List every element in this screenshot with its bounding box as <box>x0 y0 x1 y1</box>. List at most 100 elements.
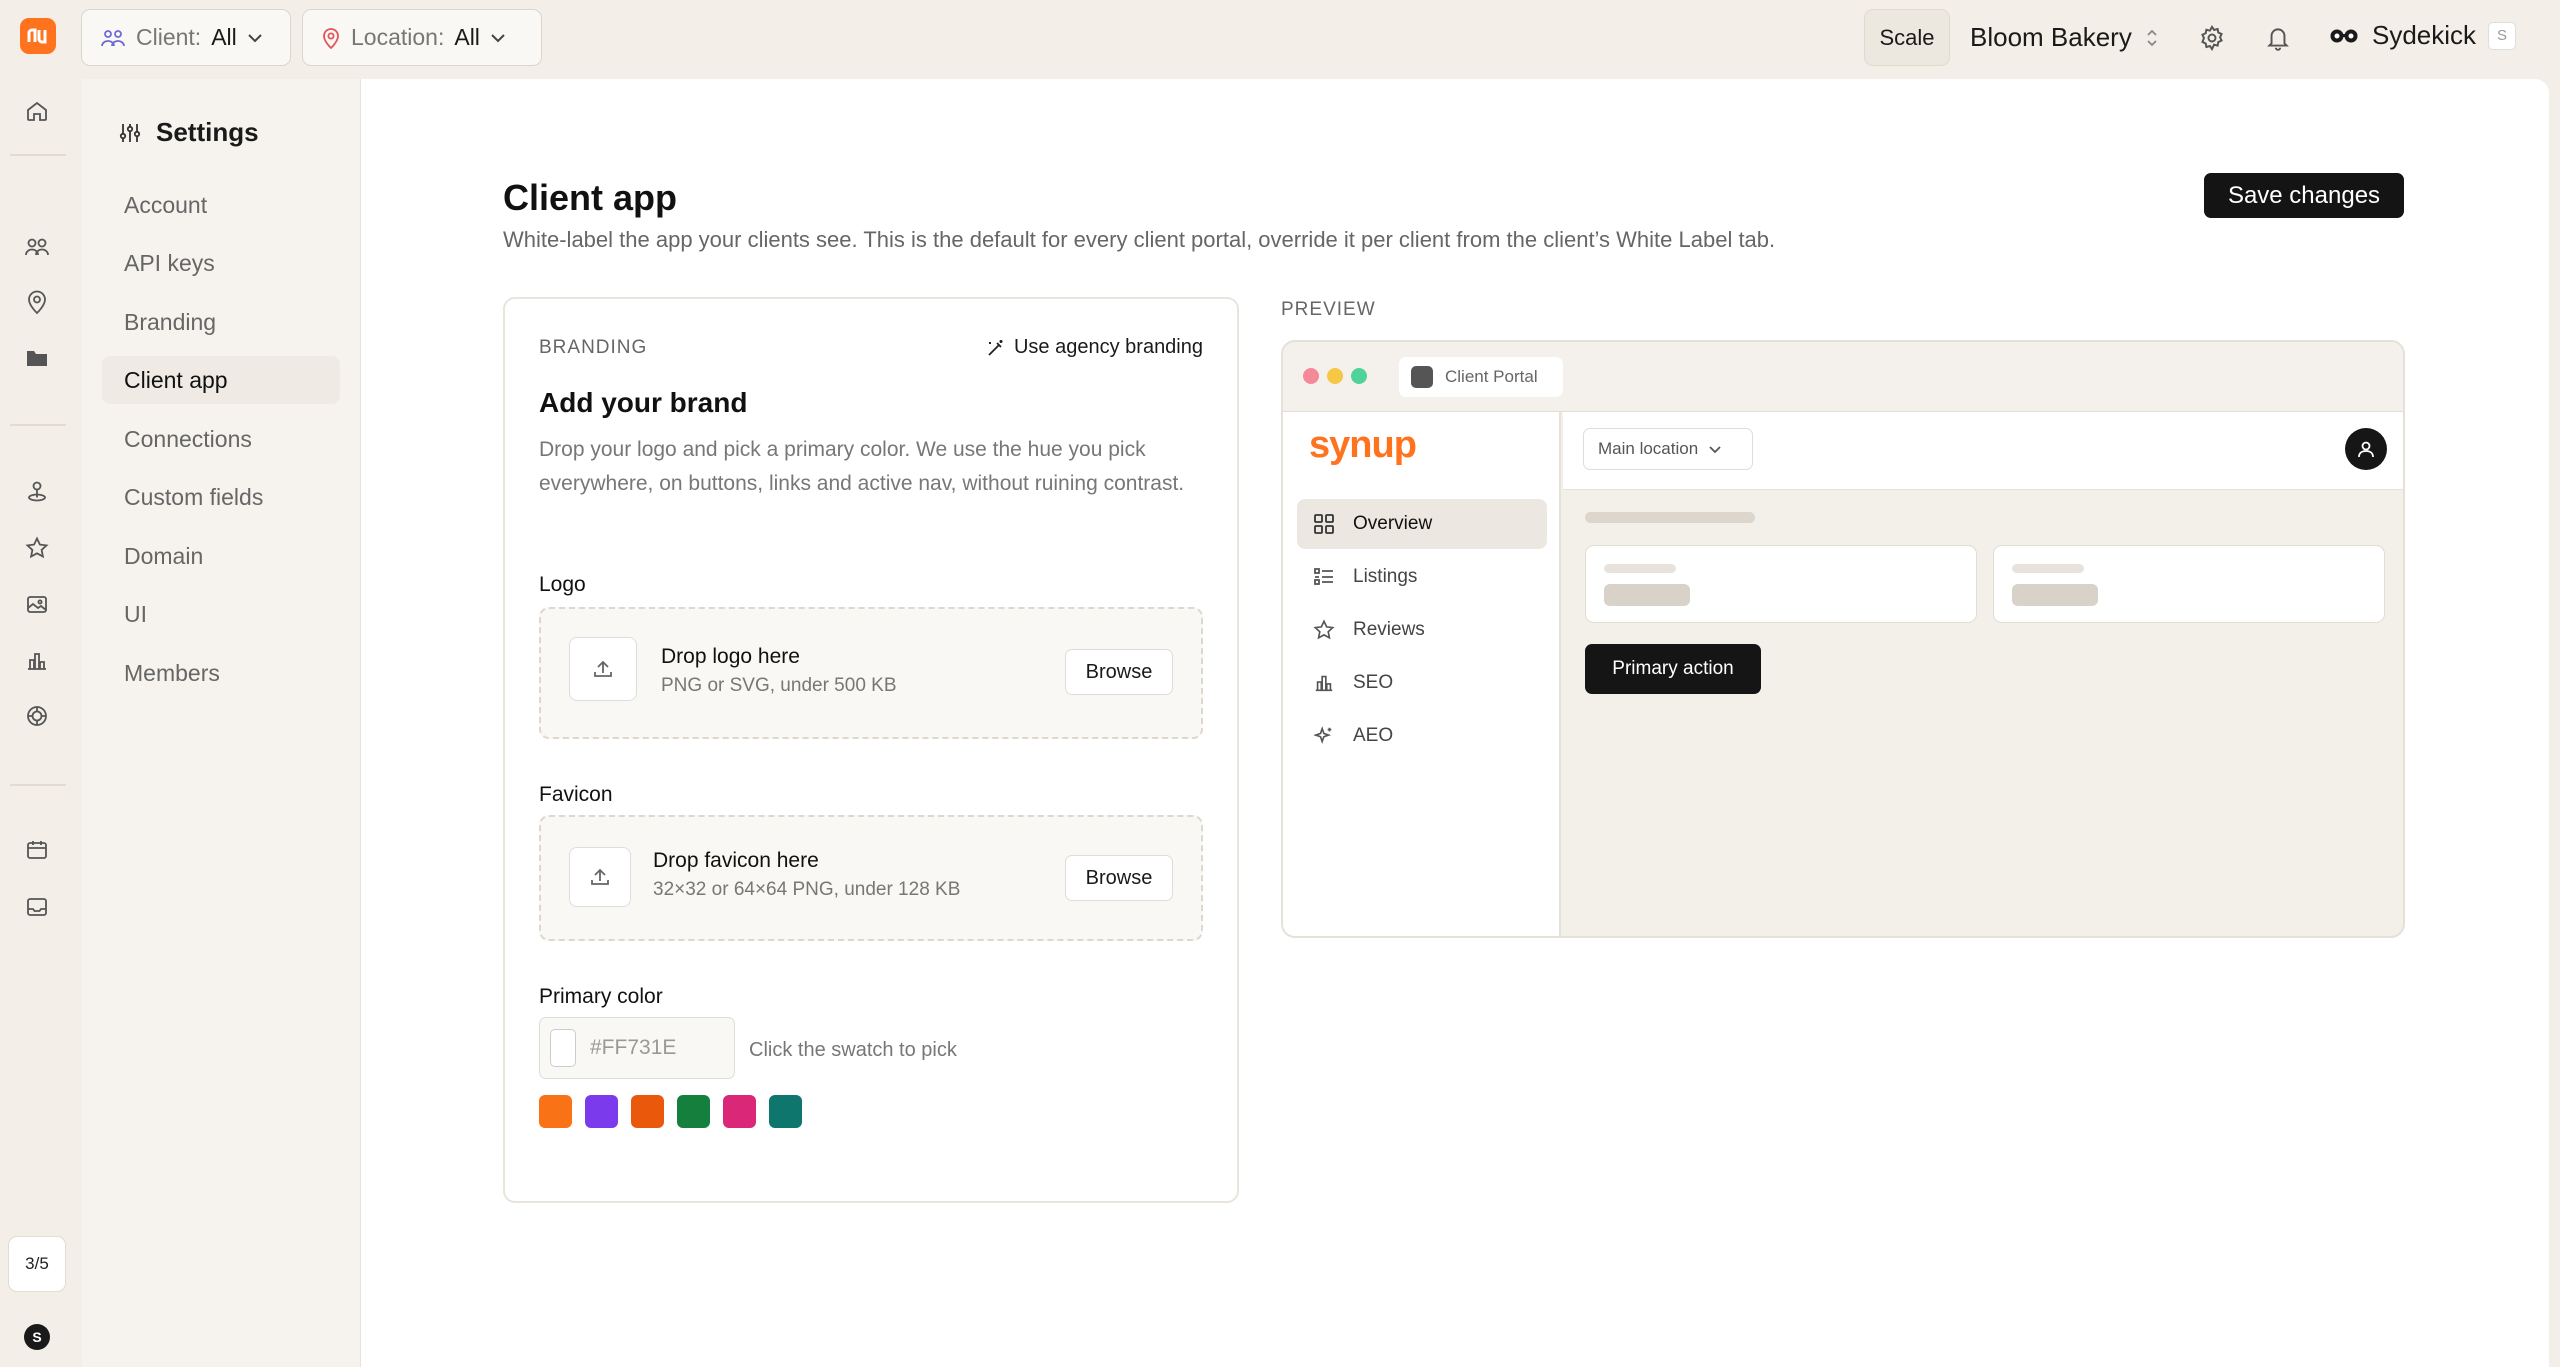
preview-location-select: Main location <box>1583 428 1753 470</box>
upload-icon <box>569 637 637 701</box>
preview-skeleton-card <box>1585 545 1977 623</box>
preview-nav-seo-label: SEO <box>1353 672 1394 693</box>
preview-nav-seo: SEO <box>1297 658 1547 708</box>
window-close-dot <box>1303 368 1319 384</box>
preview-user-avatar-icon <box>2345 428 2387 470</box>
skeleton-title <box>1585 512 1755 523</box>
main-content: Client app White-label the app your clie… <box>361 79 2549 1367</box>
preset-swatch-teal[interactable] <box>769 1095 802 1128</box>
bar-chart-icon[interactable] <box>20 644 54 678</box>
client-portal-preview: Client Portal synup Overview Listings Re… <box>1281 340 2405 938</box>
settings-item-branding[interactable]: Branding <box>102 298 340 346</box>
preview-nav-reviews: Reviews <box>1297 605 1547 655</box>
preview-nav-aeo-label: AEO <box>1353 725 1394 746</box>
preview-nav-overview-label: Overview <box>1353 513 1433 534</box>
page-description: White-label the app your clients see. Th… <box>503 227 1776 252</box>
chevron-down-icon <box>491 33 505 42</box>
star-icon <box>1313 619 1335 640</box>
rail-divider <box>10 424 66 426</box>
preview-nav-listings: Listings <box>1297 552 1547 602</box>
location-filter-value: All <box>454 24 480 50</box>
settings-title-text: Settings <box>156 117 259 147</box>
window-minimize-dot <box>1327 368 1343 384</box>
logo-dropzone[interactable]: Drop logo here PNG or SVG, under 500 KB … <box>539 607 1203 739</box>
settings-item-client-app[interactable]: Client app <box>102 356 340 404</box>
inbox-icon[interactable] <box>20 890 54 924</box>
preview-browser-tab: Client Portal <box>1399 357 1563 397</box>
logo-mark-icon <box>27 28 47 44</box>
bell-icon[interactable] <box>2260 20 2296 56</box>
preview-skeleton-card <box>1993 545 2385 623</box>
logo-browse-button[interactable]: Browse <box>1065 649 1173 695</box>
business-switcher[interactable]: Bloom Bakery <box>1970 22 2158 53</box>
clients-icon[interactable] <box>20 230 54 264</box>
location-pin-icon[interactable] <box>20 285 54 319</box>
preview-nav-listings-label: Listings <box>1353 566 1418 587</box>
gallery-icon[interactable] <box>20 588 54 622</box>
logo-drop-subtitle: PNG or SVG, under 500 KB <box>661 675 897 696</box>
settings-item-ui[interactable]: UI <box>102 590 340 638</box>
plan-badge[interactable]: Scale <box>1864 9 1950 66</box>
glasses-icon <box>2330 29 2358 42</box>
preview-primary-action-button: Primary action <box>1585 644 1761 694</box>
settings-item-api-keys[interactable]: API keys <box>102 239 340 287</box>
clients-icon <box>101 29 125 46</box>
preview-tab-title: Client Portal <box>1445 367 1538 386</box>
favicon-dropzone[interactable]: Drop favicon here 32×32 or 64×64 PNG, un… <box>539 815 1203 941</box>
preview-nav-reviews-label: Reviews <box>1353 619 1425 640</box>
settings-item-custom-fields[interactable]: Custom fields <box>102 473 340 521</box>
preset-swatch-pink[interactable] <box>723 1095 756 1128</box>
primary-color-input[interactable]: #FF731E <box>539 1017 735 1079</box>
sliders-icon <box>119 123 141 142</box>
location-filter[interactable]: Location: All <box>302 9 542 66</box>
preview-label: PREVIEW <box>1281 299 1376 320</box>
map-pin-icon[interactable] <box>20 474 54 508</box>
upload-icon <box>569 847 631 907</box>
page-title: Client app <box>503 177 678 218</box>
preview-sidebar: synup Overview Listings Reviews SEO AEO <box>1283 412 1561 936</box>
step-counter[interactable]: 3/5 <box>8 1236 66 1292</box>
keyboard-shortcut: S <box>2488 21 2517 50</box>
branding-heading: Add your brand <box>539 387 748 418</box>
sparkle-icon <box>1313 726 1332 745</box>
use-agency-branding-link[interactable]: Use agency branding <box>986 336 1203 359</box>
ai-icon[interactable] <box>20 699 54 733</box>
client-filter[interactable]: Client: All <box>81 9 291 66</box>
chevron-updown-icon <box>2147 29 2157 46</box>
settings-item-account[interactable]: Account <box>102 181 340 229</box>
window-maximize-dot <box>1351 368 1367 384</box>
sydekick-label: Sydekick <box>2372 20 2477 50</box>
rail-divider <box>10 154 66 156</box>
favicon-label: Favicon <box>539 783 613 806</box>
logo-label: Logo <box>539 573 586 596</box>
favicon-browse-button[interactable]: Browse <box>1065 855 1173 901</box>
preview-location-label: Main location <box>1598 439 1699 458</box>
settings-item-members[interactable]: Members <box>102 649 340 697</box>
preset-swatch-dark-orange[interactable] <box>631 1095 664 1128</box>
app-rail: 3/5 S <box>0 0 80 1367</box>
location-pin-icon <box>323 27 339 49</box>
calendar-icon[interactable] <box>20 833 54 867</box>
settings-item-connections[interactable]: Connections <box>102 415 340 463</box>
preview-nav-aeo: AEO <box>1297 711 1547 761</box>
sydekick-button[interactable]: Sydekick S <box>2328 20 2517 51</box>
settings-item-domain[interactable]: Domain <box>102 532 340 580</box>
grid-icon <box>1314 514 1334 534</box>
preset-swatch-green[interactable] <box>677 1095 710 1128</box>
avatar[interactable]: S <box>24 1324 50 1350</box>
save-button[interactable]: Save changes <box>2204 173 2404 218</box>
location-filter-label: Location: <box>351 24 445 50</box>
preview-nav-overview: Overview <box>1297 499 1547 549</box>
preview-header: Main location <box>1563 412 2403 490</box>
star-icon[interactable] <box>20 531 54 565</box>
preset-swatch-orange[interactable] <box>539 1095 572 1128</box>
color-swatch-picker[interactable] <box>550 1029 576 1067</box>
folder-icon[interactable] <box>20 341 54 375</box>
logo-drop-title: Drop logo here <box>661 645 800 668</box>
branding-eyebrow: BRANDING <box>539 337 648 358</box>
preset-swatch-purple[interactable] <box>585 1095 618 1128</box>
settings-title: Settings <box>118 117 259 148</box>
gear-icon[interactable] <box>2194 20 2230 56</box>
app-logo[interactable] <box>20 18 56 54</box>
home-icon[interactable] <box>20 94 54 128</box>
